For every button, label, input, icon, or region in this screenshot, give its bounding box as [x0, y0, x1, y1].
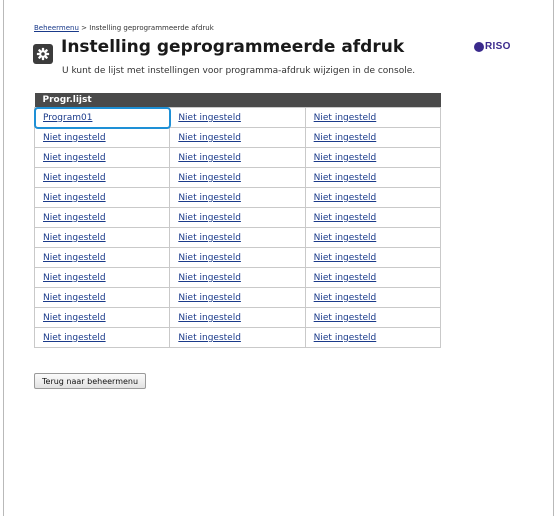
- program-cell: Niet ingesteld: [304, 307, 442, 328]
- program-link[interactable]: Niet ingesteld: [314, 273, 377, 283]
- program-link[interactable]: Niet ingesteld: [314, 253, 377, 263]
- table-row: Niet ingesteld Niet ingesteld Niet ingeste…: [33, 287, 442, 308]
- program-link[interactable]: Niet ingesteld: [178, 213, 241, 223]
- program-cell: Niet ingesteld: [304, 107, 442, 128]
- program-link[interactable]: Niet ingesteld: [43, 133, 106, 143]
- program-cell: Niet ingesteld: [169, 307, 306, 328]
- program-cell: Niet ingesteld: [304, 167, 442, 188]
- program-cell: Niet ingesteld: [169, 107, 306, 128]
- program-cell: Niet ingesteld: [304, 227, 442, 248]
- page-title: Instelling geprogrammeerde afdruk: [61, 37, 405, 57]
- program-link[interactable]: Niet ingesteld: [43, 153, 106, 163]
- riso-logo-mark-icon: [474, 41, 484, 52]
- program-cell: Niet ingesteld: [169, 127, 306, 148]
- program-link[interactable]: Niet ingesteld: [314, 313, 377, 323]
- table-body: Program01 Niet ingesteld Niet ingesteld Nie…: [33, 106, 442, 348]
- program-link[interactable]: Niet ingesteld: [314, 153, 377, 163]
- program-link[interactable]: Niet ingesteld: [178, 293, 241, 303]
- program-link[interactable]: Niet ingesteld: [178, 253, 241, 263]
- breadcrumb: Beheermenu > Instelling geprogrammeerde …: [34, 24, 214, 32]
- table-row: Niet ingesteld Niet ingesteld Niet ingeste…: [33, 267, 442, 288]
- table-row: Program01 Niet ingesteld Niet ingesteld: [33, 106, 442, 129]
- program-link[interactable]: Niet ingesteld: [178, 333, 241, 343]
- program-cell: Niet ingesteld: [169, 267, 306, 288]
- program-link[interactable]: Niet ingesteld: [178, 113, 241, 123]
- program-cell: Niet ingesteld: [304, 147, 442, 168]
- table-row: Niet ingesteld Niet ingesteld Niet ingeste…: [33, 127, 442, 148]
- program-link[interactable]: Niet ingesteld: [314, 233, 377, 243]
- program-cell: Niet ingesteld: [169, 287, 306, 308]
- program-cell: Niet ingesteld: [304, 127, 442, 148]
- program-link[interactable]: Niet ingesteld: [43, 193, 106, 203]
- program-cell: Niet ingesteld: [33, 307, 171, 328]
- program-cell: Niet ingesteld: [33, 287, 171, 308]
- program-link[interactable]: Niet ingesteld: [314, 113, 377, 123]
- program-cell: Niet ingesteld: [304, 267, 442, 288]
- program-list-table: Progr.lijst Program01 Niet ingesteld Niet …: [33, 93, 442, 348]
- program-link[interactable]: Niet ingesteld: [43, 253, 106, 263]
- program-link[interactable]: Niet ingesteld: [314, 173, 377, 183]
- program-cell: Niet ingesteld: [33, 247, 171, 268]
- program-link[interactable]: Niet ingesteld: [314, 333, 377, 343]
- program-link[interactable]: Niet ingesteld: [43, 313, 106, 323]
- program-cell: Niet ingesteld: [169, 247, 306, 268]
- riso-logo: RISO: [474, 41, 511, 52]
- program-cell: Niet ingesteld: [304, 187, 442, 208]
- program-link[interactable]: Program01: [43, 113, 92, 123]
- program-cell: Niet ingesteld: [169, 207, 306, 228]
- program-link[interactable]: Niet ingesteld: [178, 233, 241, 243]
- back-to-admin-menu-button[interactable]: Terug naar beheermenu: [34, 373, 147, 389]
- program-link[interactable]: Niet ingesteld: [314, 193, 377, 203]
- program-link[interactable]: Niet ingesteld: [43, 293, 106, 303]
- program-cell: Niet ingesteld: [304, 207, 442, 228]
- table-row: Niet ingesteld Niet ingesteld Niet ingeste…: [33, 207, 442, 228]
- program-link[interactable]: Niet ingesteld: [178, 273, 241, 283]
- program-cell: Niet ingesteld: [33, 267, 171, 288]
- program-cell: Niet ingesteld: [33, 147, 171, 168]
- table-row: Niet ingesteld Niet ingesteld Niet ingeste…: [33, 187, 442, 208]
- program-cell: Niet ingesteld: [33, 327, 171, 348]
- program-cell: Niet ingesteld: [169, 147, 306, 168]
- table-row: Niet ingesteld Niet ingesteld Niet ingeste…: [33, 247, 442, 268]
- gear-icon: [33, 44, 53, 64]
- program-link[interactable]: Niet ingesteld: [43, 233, 106, 243]
- program-cell: Niet ingesteld: [169, 187, 306, 208]
- program-cell: Program01: [33, 106, 171, 129]
- program-link[interactable]: Niet ingesteld: [314, 133, 377, 143]
- riso-logo-text: RISO: [485, 41, 511, 52]
- program-link[interactable]: Niet ingesteld: [178, 193, 241, 203]
- breadcrumb-separator: >: [81, 24, 88, 32]
- breadcrumb-current: Instelling geprogrammeerde afdruk: [89, 24, 214, 32]
- program-link[interactable]: Niet ingesteld: [178, 313, 241, 323]
- table-row: Niet ingesteld Niet ingesteld Niet ingeste…: [33, 327, 442, 348]
- program-cell: Niet ingesteld: [33, 167, 171, 188]
- breadcrumb-link-beheermenu[interactable]: Beheermenu: [34, 24, 79, 32]
- page-subtitle: U kunt de lijst met instellingen voor pr…: [62, 66, 416, 76]
- program-cell: Niet ingesteld: [33, 187, 171, 208]
- program-link[interactable]: Niet ingesteld: [178, 133, 241, 143]
- program-cell: Niet ingesteld: [33, 207, 171, 228]
- table-header-row: Progr.lijst: [34, 93, 441, 108]
- program-link[interactable]: Niet ingesteld: [43, 273, 106, 283]
- program-link[interactable]: Niet ingesteld: [43, 213, 106, 223]
- program-link[interactable]: Niet ingesteld: [178, 173, 241, 183]
- program-cell: Niet ingesteld: [33, 127, 171, 148]
- program-cell: Niet ingesteld: [33, 227, 171, 248]
- program-link[interactable]: Niet ingesteld: [43, 173, 106, 183]
- table-row: Niet ingesteld Niet ingesteld Niet ingeste…: [33, 147, 442, 168]
- program-cell: Niet ingesteld: [169, 327, 306, 348]
- table-header: Progr.lijst: [34, 93, 441, 108]
- program-link[interactable]: Niet ingesteld: [314, 213, 377, 223]
- table-row: Niet ingesteld Niet ingesteld Niet ingeste…: [33, 307, 442, 328]
- program-cell: Niet ingesteld: [169, 227, 306, 248]
- program-cell: Niet ingesteld: [304, 327, 442, 348]
- program-cell: Niet ingesteld: [304, 247, 442, 268]
- program-link[interactable]: Niet ingesteld: [178, 153, 241, 163]
- table-row: Niet ingesteld Niet ingesteld Niet ingeste…: [33, 167, 442, 188]
- program-link[interactable]: Niet ingesteld: [43, 333, 106, 343]
- table-row: Niet ingesteld Niet ingesteld Niet ingeste…: [33, 227, 442, 248]
- program-cell: Niet ingesteld: [304, 287, 442, 308]
- program-link[interactable]: Niet ingesteld: [314, 293, 377, 303]
- program-cell: Niet ingesteld: [169, 167, 306, 188]
